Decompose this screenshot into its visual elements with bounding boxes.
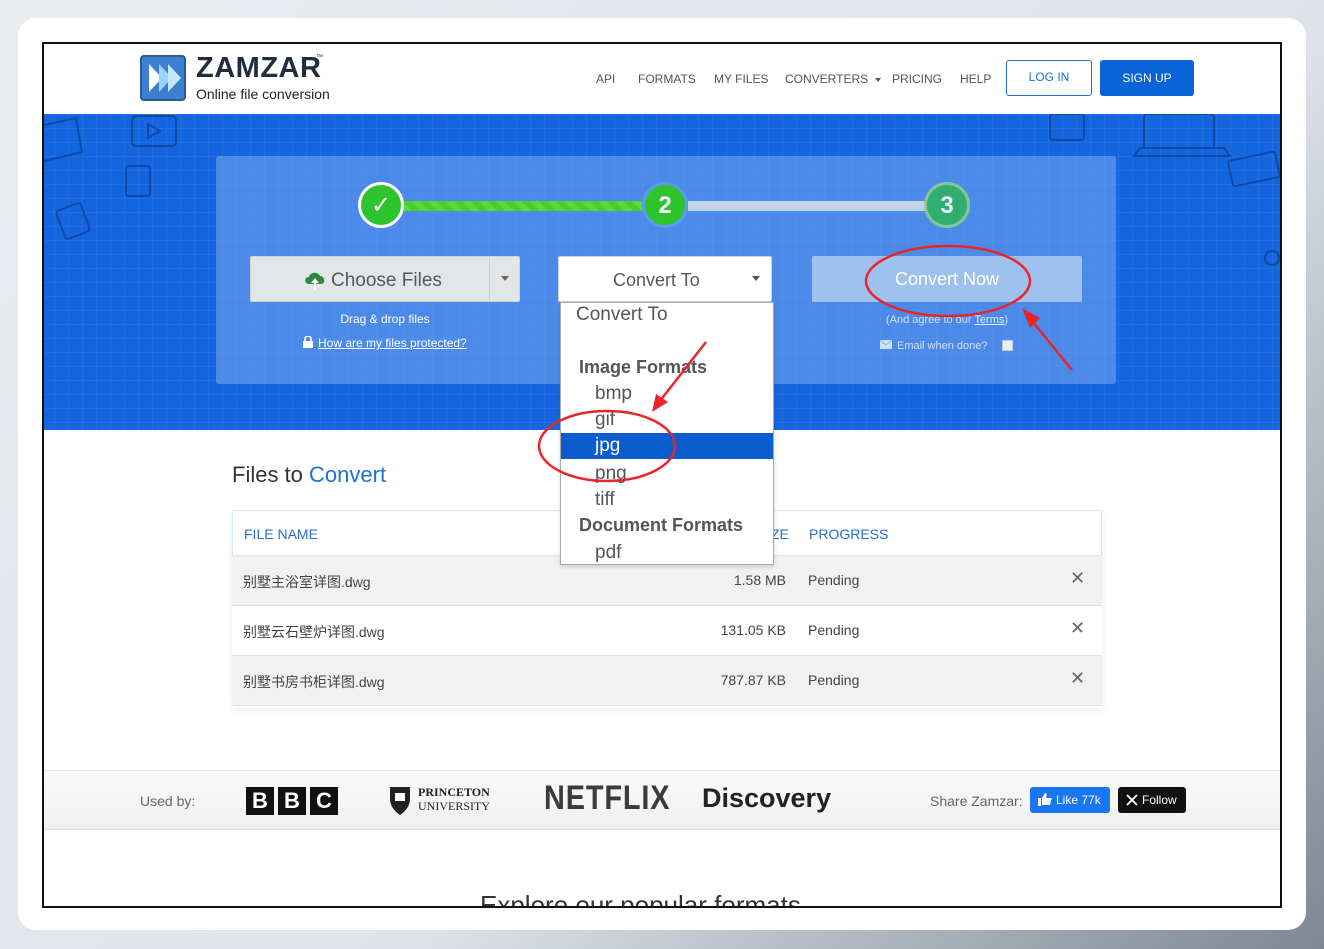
table-row: 别墅云石壁炉详图.dwg 131.05 KB Pending ✕ [232, 606, 1102, 656]
x-follow-label: Follow [1142, 793, 1177, 807]
bbc-letter: B [246, 787, 274, 815]
nav-pricing[interactable]: PRICING [892, 72, 942, 86]
dropdown-option-pdf[interactable]: pdf [595, 542, 621, 564]
trademark-mark: ™ [316, 54, 323, 61]
dropdown-option-png[interactable]: png [595, 463, 627, 485]
used-by-label: Used by: [140, 793, 196, 809]
x-logo-icon [1126, 794, 1138, 806]
caret-down-icon [875, 77, 882, 82]
brand-name[interactable]: ZAMZAR [196, 52, 321, 85]
column-progress: PROGRESS [809, 526, 889, 542]
file-name: 别墅主浴室详图.dwg [243, 574, 371, 590]
bbc-logo: BBC [246, 787, 342, 815]
princeton-shield-icon [390, 787, 410, 815]
files-title-plain: Files to [232, 462, 303, 487]
file-name: 别墅云石壁炉详图.dwg [243, 624, 385, 640]
brand-tagline: Online file conversion [196, 86, 330, 102]
table-row: 别墅书房书柜详图.dwg 787.87 KB Pending ✕ [232, 656, 1102, 706]
princeton-line-2: UNIVERSITY [418, 799, 490, 813]
file-status: Pending [808, 672, 860, 688]
progress-bar-remaining [688, 201, 926, 211]
princeton-line-1: PRINCETON [418, 785, 490, 799]
email-when-done-label: Email when done? [897, 340, 988, 352]
envelope-icon [879, 339, 893, 349]
discovery-logo: Discovery [702, 783, 832, 813]
princeton-wordmark: PRINCETON UNIVERSITY [418, 785, 490, 813]
choose-files-button[interactable]: Choose Files [250, 256, 520, 302]
netflix-logo: NETFLIX [544, 779, 671, 817]
below-fold-heading: Explore our popular formats [480, 890, 801, 908]
files-title-accent: Convert [309, 462, 387, 487]
thumbs-up-icon [1038, 793, 1052, 806]
dropdown-option-gif[interactable]: gif [595, 409, 615, 431]
step-1-indicator: ✓ [358, 182, 404, 228]
signup-button[interactable]: SIGN UP [1100, 60, 1194, 96]
step-2-indicator: 2 [642, 182, 688, 228]
convert-to-dropdown: Convert To Image Formats bmp gif jpg png… [560, 302, 774, 565]
nav-help[interactable]: HELP [960, 72, 991, 86]
dropdown-option-tiff[interactable]: tiff [595, 489, 615, 511]
nav-my-files[interactable]: MY FILES [714, 72, 768, 86]
file-size: 1.58 MB [733, 572, 786, 588]
browser-frame: ZAMZAR ™ Online file conversion API FORM… [42, 42, 1282, 908]
convert-now-button[interactable]: Convert Now [812, 256, 1082, 302]
share-label: Share Zamzar: [930, 793, 1023, 809]
caret-down-icon [501, 276, 509, 281]
terms-prefix: (And agree to our [885, 314, 975, 326]
caret-down-icon [752, 276, 760, 281]
file-size: 131.05 KB [720, 622, 786, 638]
file-size: 787.87 KB [720, 672, 786, 688]
file-status: Pending [808, 572, 860, 588]
step-3-indicator: 3 [924, 182, 970, 228]
dropdown-group-document: Document Formats [579, 515, 744, 535]
nav-converters-label: CONVERTERS [785, 72, 869, 86]
drag-drop-hint: Drag & drop files [340, 312, 430, 326]
login-button[interactable]: LOG IN [1006, 60, 1092, 96]
progress-bar-complete [404, 201, 644, 211]
site-header: ZAMZAR ™ Online file conversion API FORM… [44, 44, 1280, 114]
dropdown-option-jpg[interactable]: jpg [561, 433, 773, 459]
column-file-name: FILE NAME [244, 526, 318, 542]
facebook-like-button[interactable]: Like 77k [1030, 787, 1110, 813]
bbc-letter: B [278, 787, 306, 815]
nav-api[interactable]: API [596, 72, 615, 86]
bbc-letter: C [310, 787, 338, 815]
file-status: Pending [808, 622, 860, 638]
facebook-like-label: Like 77k [1056, 793, 1101, 807]
files-section-title: Files to Convert [232, 462, 386, 488]
terms-link[interactable]: Terms [974, 314, 1004, 326]
zamzar-logo-icon[interactable] [140, 54, 186, 102]
dropdown-option-placeholder[interactable]: Convert To [576, 304, 668, 326]
choose-files-dropdown-toggle[interactable] [489, 257, 519, 301]
used-by-bar: Used by: BBC PRINCETON UNIVERSITY NETFLI… [44, 770, 1280, 830]
dropdown-option-bmp[interactable]: bmp [595, 383, 632, 405]
terms-notice: (And agree to our Terms) [812, 314, 1082, 326]
remove-file-icon[interactable]: ✕ [1070, 668, 1085, 689]
lock-icon [303, 335, 313, 348]
nav-formats[interactable]: FORMATS [638, 72, 696, 86]
upload-cloud-icon [305, 272, 325, 290]
x-follow-button[interactable]: Follow [1118, 787, 1186, 813]
remove-file-icon[interactable]: ✕ [1070, 568, 1085, 589]
nav-converters[interactable]: CONVERTERS [785, 72, 882, 86]
dropdown-group-image: Image Formats [579, 357, 708, 377]
files-protected-label: How are my files protected? [318, 336, 467, 350]
file-name: 别墅书房书柜详图.dwg [243, 674, 385, 690]
email-when-done-checkbox[interactable] [1002, 340, 1013, 351]
email-when-done: Email when done? [879, 339, 988, 352]
remove-file-icon[interactable]: ✕ [1070, 618, 1085, 639]
convert-to-select[interactable]: Convert To [558, 256, 772, 302]
terms-suffix: ) [1004, 314, 1009, 326]
convert-to-label: Convert To [613, 270, 700, 290]
dropdown-option-jpg-label: jpg [595, 435, 621, 456]
choose-files-label: Choose Files [331, 270, 442, 291]
files-protected-link[interactable]: How are my files protected? [302, 335, 467, 350]
